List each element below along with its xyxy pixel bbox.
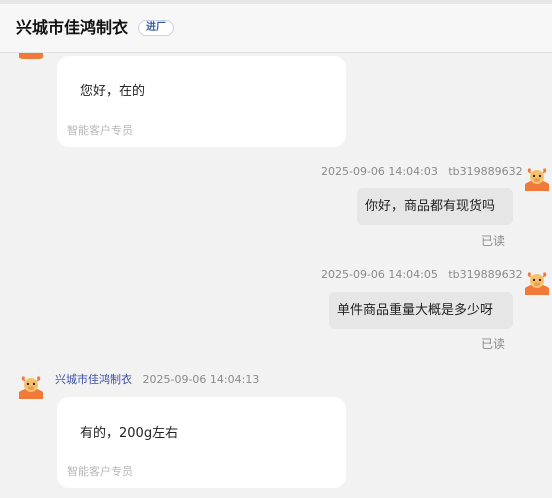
message-text: 单件商品重量大概是多少呀 — [337, 303, 494, 318]
shop-avatar-icon[interactable] — [17, 371, 45, 399]
agent-signature: 智能客户专员 — [67, 465, 133, 478]
read-status: 已读 — [481, 337, 506, 351]
message-text: 您好，在的 — [80, 84, 146, 99]
user-avatar-icon[interactable] — [523, 163, 551, 191]
message-meta: 兴城市佳鸿制衣 2025-09-06 14:04:13 — [55, 373, 259, 387]
shop-name-title: 兴城市佳鸿制衣 — [16, 18, 129, 37]
message-bubble: 单件商品重量大概是多少呀 — [329, 292, 513, 329]
agent-signature: 智能客户专员 — [67, 124, 133, 137]
message-bubble: 您好，在的 智能客户专员 — [57, 56, 346, 147]
chat-scroll-area[interactable]: 您好，在的 智能客户专员 2025-09-06 14:04:03 tb31988… — [0, 53, 552, 498]
message-time: 2025-09-06 14:04:03 — [321, 165, 438, 178]
user-avatar-icon[interactable] — [523, 267, 551, 295]
message-time: 2025-09-06 14:04:13 — [142, 373, 260, 386]
shop-avatar-icon[interactable] — [17, 53, 45, 59]
message-bubble: 你好，商品都有现货吗 — [357, 188, 513, 225]
chat-header: 兴城市佳鸿制衣 进厂 — [0, 4, 552, 53]
sender-name[interactable]: 兴城市佳鸿制衣 — [55, 373, 132, 386]
message-time: 2025-09-06 14:04:05 — [321, 268, 438, 281]
message-bubble: 有的，200g左右 智能客户专员 — [57, 397, 346, 488]
message-meta: 2025-09-06 14:04:05 tb319889632 — [321, 268, 523, 282]
message-text: 你好，商品都有现货吗 — [365, 199, 496, 214]
enter-factory-badge[interactable]: 进厂 — [138, 20, 174, 36]
message-meta: 2025-09-06 14:04:03 tb319889632 — [321, 165, 523, 179]
message-username: tb319889632 — [448, 268, 523, 281]
message-username: tb319889632 — [448, 165, 523, 178]
message-text: 有的，200g左右 — [80, 426, 179, 441]
read-status: 已读 — [481, 234, 506, 248]
